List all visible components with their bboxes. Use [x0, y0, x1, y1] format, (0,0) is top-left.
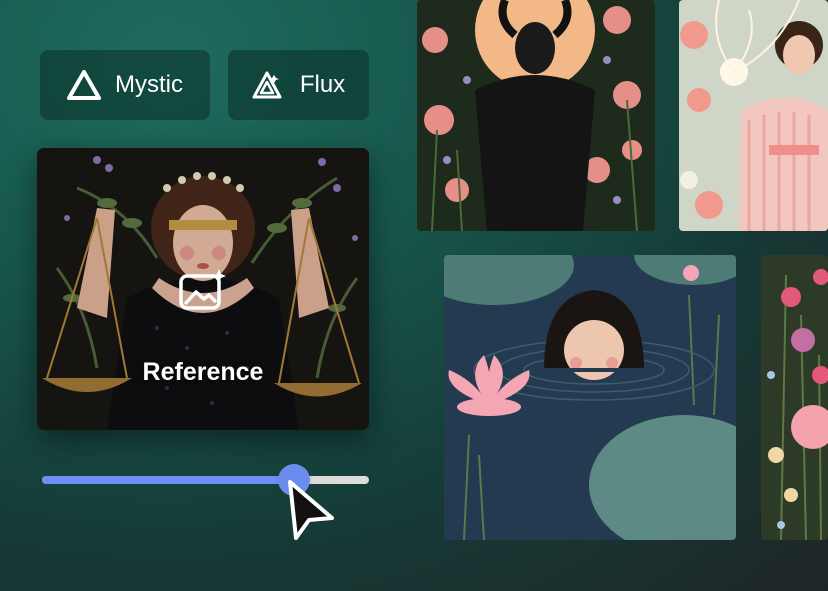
demon-artwork-image [417, 0, 655, 231]
flux-model-button[interactable]: Flux [228, 50, 369, 120]
gallery-image-flower-field[interactable] [761, 255, 828, 540]
gallery-image-demon[interactable] [417, 0, 655, 231]
mouse-pointer-icon [288, 480, 334, 540]
reference-image-card[interactable]: Reference [37, 148, 369, 430]
mystic-model-button[interactable]: Mystic [40, 50, 210, 120]
reference-label: Reference [142, 358, 264, 386]
slider-fill [42, 476, 294, 484]
lotus-pond-artwork-image [444, 255, 736, 540]
flower-field-artwork-image [761, 255, 828, 540]
light-orb-artwork-image [679, 0, 828, 231]
flux-logo-icon [252, 71, 282, 99]
flux-label: Flux [299, 71, 346, 98]
mystic-logo-icon [67, 70, 101, 100]
image-sparkle-icon [179, 269, 226, 310]
gallery-image-lotus-pond[interactable] [444, 255, 736, 540]
mystic-label: Mystic [115, 71, 183, 98]
gallery-image-light-orb[interactable] [679, 0, 828, 231]
